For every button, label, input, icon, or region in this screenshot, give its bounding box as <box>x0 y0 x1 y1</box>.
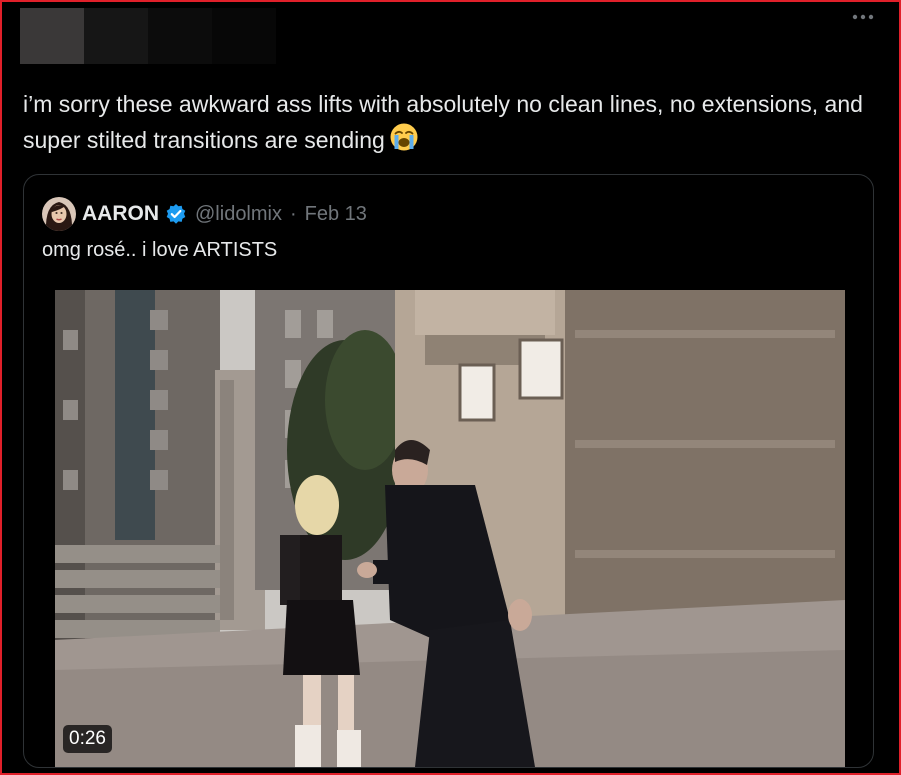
verified-badge-icon <box>165 203 187 225</box>
video-thumbnail <box>55 290 845 767</box>
display-name[interactable]: AARON <box>82 202 159 226</box>
more-icon <box>852 14 874 20</box>
loudly-crying-face-icon <box>389 122 419 162</box>
meta-separator: · <box>289 202 297 225</box>
user-handle[interactable]: @lidolmix <box>195 203 282 226</box>
tweet-card: i’m sorry these awkward ass lifts with a… <box>0 0 901 775</box>
blurred-header <box>20 8 276 64</box>
video-player[interactable]: 0:26 <box>55 290 845 767</box>
quoted-tweet[interactable]: AARON @lidolmix · Feb 13 omg rosé.. i lo… <box>23 174 874 768</box>
post-date[interactable]: Feb 13 <box>305 203 367 226</box>
video-duration: 0:26 <box>63 725 112 753</box>
more-options-button[interactable] <box>849 6 877 28</box>
quoted-tweet-text: omg rosé.. i love ARTISTS <box>42 239 278 261</box>
tweet-text: i’m sorry these awkward ass lifts with a… <box>23 86 873 162</box>
quoted-tweet-header: AARON @lidolmix · Feb 13 <box>42 197 367 231</box>
tweet-text-content: i’m sorry these awkward ass lifts with a… <box>23 91 863 153</box>
avatar[interactable] <box>42 197 76 231</box>
